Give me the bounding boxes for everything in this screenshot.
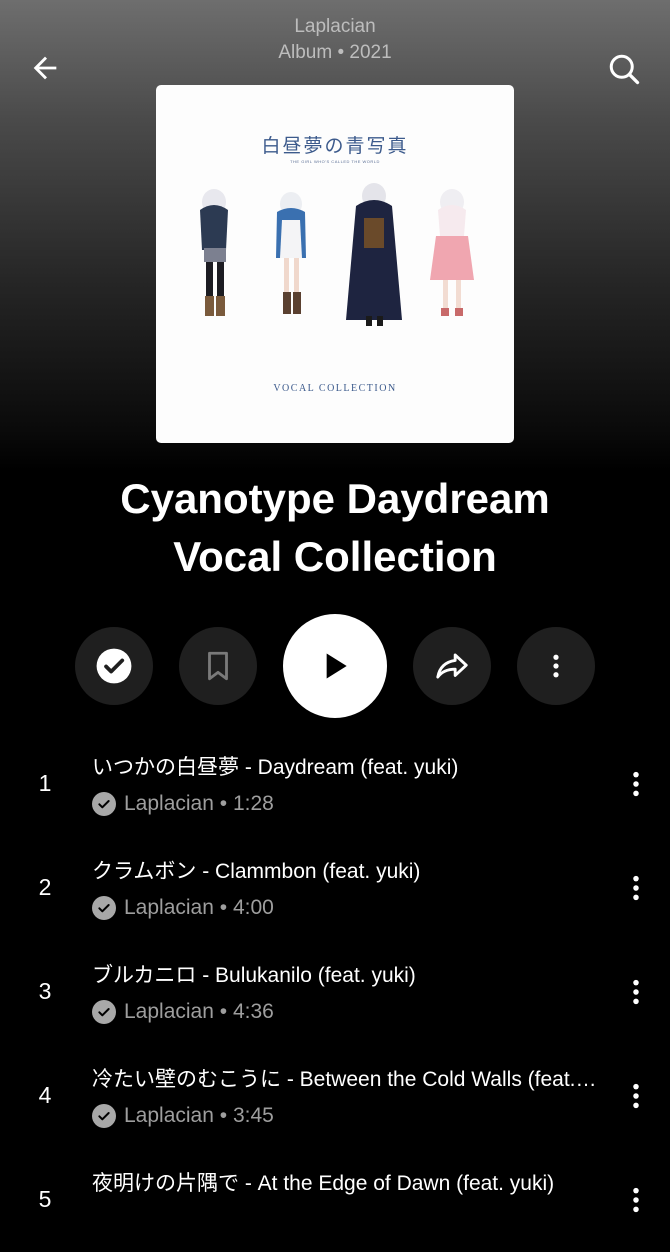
share-button[interactable] <box>413 627 491 705</box>
play-button[interactable] <box>283 614 387 718</box>
track-meta: Laplacian • 4:00 <box>92 894 274 922</box>
more-options-button[interactable] <box>517 627 595 705</box>
meta-separator: • <box>213 896 233 919</box>
cover-subtitle: THE GIRL WHO'S CALLED THE WORLD <box>290 159 380 164</box>
track-duration: 3:45 <box>232 1104 274 1127</box>
track-row[interactable]: 4 冷たい壁のむこうに - Between the Cold Walls (fe… <box>0 1044 670 1148</box>
track-number: 4 <box>38 1082 52 1108</box>
track-title: ブルカニロ - Bulukanilo (feat. yuki) <box>92 964 416 987</box>
track-artist: Laplacian <box>124 896 214 919</box>
downloaded-check-icon <box>92 896 116 920</box>
check-icon <box>96 648 132 684</box>
cover-footer: VOCAL COLLECTION <box>273 383 397 394</box>
track-more-button[interactable] <box>620 966 652 1018</box>
cover-title: 白昼夢の青写真 <box>261 135 409 157</box>
track-title: いつかの白昼夢 - Daydream (feat. yuki) <box>92 756 459 779</box>
track-meta: Laplacian • 4:36 <box>92 998 274 1026</box>
downloaded-check-icon <box>92 1000 116 1024</box>
track-artist: Laplacian <box>124 1000 214 1023</box>
header-info: Laplacian Album • 2021 <box>0 14 670 66</box>
meta-separator: • <box>213 1000 233 1023</box>
meta-separator: • <box>213 792 233 815</box>
track-duration: 4:00 <box>232 896 274 919</box>
track-row[interactable]: 5 夜明けの片隅で - At the Edge of Dawn (feat. y… <box>0 1148 670 1252</box>
downloaded-check-icon <box>92 1104 116 1128</box>
track-number: 1 <box>38 770 52 796</box>
play-icon <box>326 653 347 679</box>
track-duration: 4:36 <box>232 1000 274 1023</box>
search-button[interactable] <box>596 41 652 97</box>
track-more-button[interactable] <box>620 758 652 810</box>
more-vert-icon <box>633 1083 639 1109</box>
track-row[interactable]: 2 クラムボン - Clammbon (feat. yuki) Laplacia… <box>0 836 670 940</box>
more-vert-icon <box>633 1187 639 1213</box>
track-duration: 1:28 <box>232 792 274 815</box>
track-meta: Laplacian • 3:45 <box>92 1102 274 1130</box>
share-icon <box>436 653 468 679</box>
save-button[interactable] <box>179 627 257 705</box>
library-added-button[interactable] <box>75 627 153 705</box>
track-artist: Laplacian <box>124 792 214 815</box>
action-bar <box>0 612 670 720</box>
header-artist[interactable]: Laplacian <box>0 14 670 40</box>
track-number: 5 <box>38 1186 52 1212</box>
search-icon <box>609 54 640 85</box>
album-title: Cyanotype Daydream Vocal Collection <box>120 475 550 580</box>
track-row[interactable]: 1 いつかの白昼夢 - Daydream (feat. yuki) Laplac… <box>0 732 670 836</box>
track-title: 夜明けの片隅で - At the Edge of Dawn (feat. yuk… <box>92 1172 555 1195</box>
bookmark-icon <box>208 651 228 681</box>
more-vert-icon <box>633 771 639 797</box>
more-vert-icon <box>633 875 639 901</box>
track-number: 2 <box>38 874 52 900</box>
track-number: 3 <box>38 978 52 1004</box>
more-vert-icon <box>553 654 559 678</box>
track-more-button[interactable] <box>620 1174 652 1226</box>
track-row[interactable]: 3 ブルカニロ - Bulukanilo (feat. yuki) Laplac… <box>0 940 670 1044</box>
header-subtitle: Album • 2021 <box>278 42 392 63</box>
more-vert-icon <box>633 979 639 1005</box>
track-title: クラムボン - Clammbon (feat. yuki) <box>92 860 421 883</box>
album-cover: 白昼夢の青写真 THE GIRL WHO'S CALLED THE WORLD <box>156 85 514 443</box>
cover-characters-illustration <box>200 183 474 326</box>
track-more-button[interactable] <box>620 1070 652 1122</box>
track-meta: Laplacian • 1:28 <box>92 790 274 818</box>
downloaded-check-icon <box>92 792 116 816</box>
track-title: 冷たい壁のむこうに - Between the Cold Walls (feat… <box>92 1068 598 1091</box>
meta-separator: • <box>213 1104 233 1127</box>
track-artist: Laplacian <box>124 1104 214 1127</box>
track-more-button[interactable] <box>620 862 652 914</box>
